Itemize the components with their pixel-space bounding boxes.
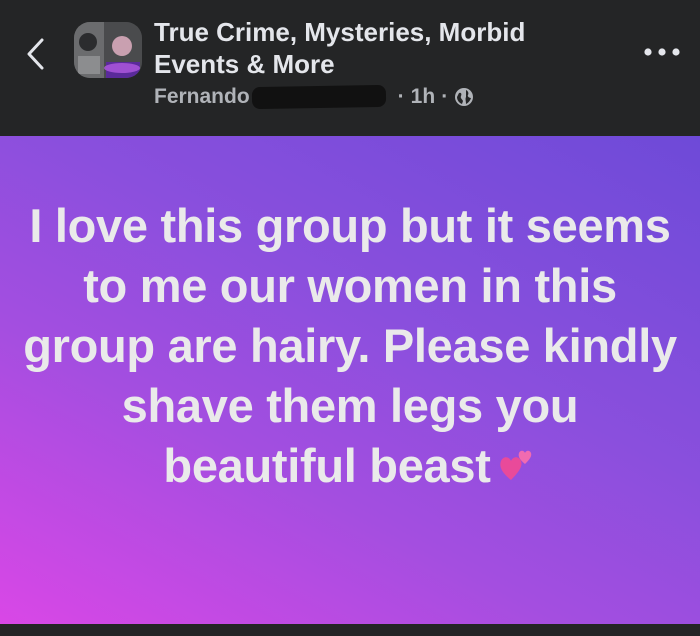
meta-separator-2: · [441,85,449,108]
post-text: I love this group but it seems to me our… [23,199,677,492]
post-body: I love this group but it seems to me our… [20,196,680,496]
post-time[interactable]: 1h [411,85,436,109]
group-avatar-image [74,22,142,78]
chevron-left-icon [27,38,44,70]
more-options-button[interactable] [642,44,682,60]
author-name[interactable]: Fernando [154,85,250,109]
post-header: True Crime, Mysteries, Morbid Events & M… [0,0,700,136]
two-hearts-icon [497,440,537,480]
group-avatar[interactable] [74,22,142,78]
post-view: True Crime, Mysteries, Morbid Events & M… [0,0,700,636]
bottom-bar [0,624,700,636]
meta-separator: · [397,85,405,108]
back-button[interactable] [22,36,52,72]
post-meta: Fernando · 1h · [154,83,474,111]
globe-icon [454,87,474,107]
more-options-icon [644,48,680,56]
redacted-surname [251,84,386,110]
group-title[interactable]: True Crime, Mysteries, Morbid Events & M… [154,16,614,80]
